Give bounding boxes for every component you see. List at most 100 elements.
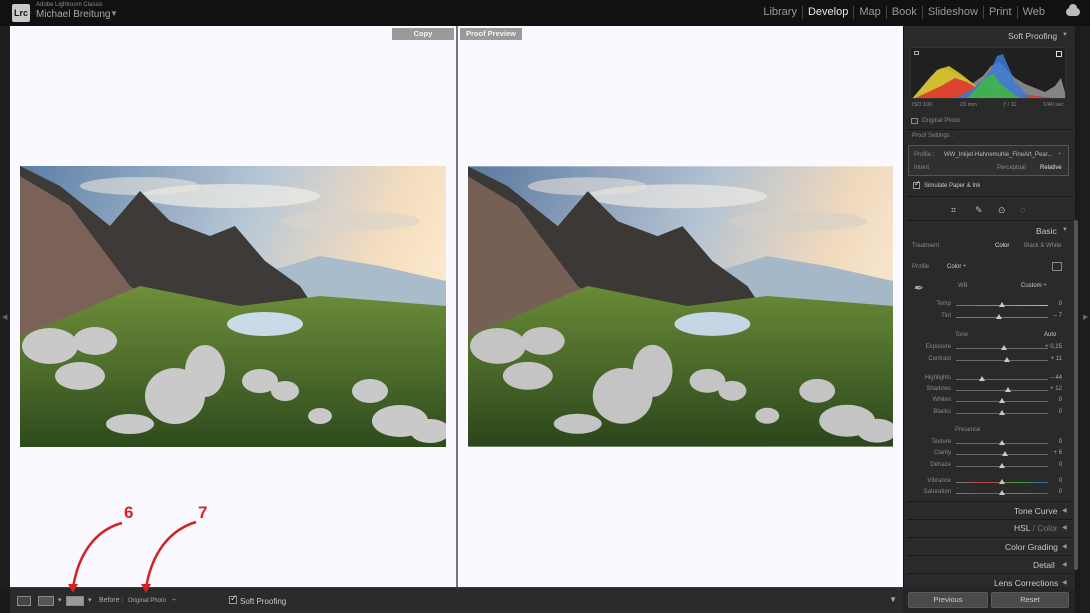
slider-thumb[interactable] [999, 398, 1005, 403]
slider-thumb[interactable] [1000, 345, 1007, 350]
slider-value[interactable]: 0 [1059, 301, 1062, 307]
tone-auto-button[interactable]: Auto [1044, 332, 1056, 338]
divider [907, 501, 1073, 502]
detail-expand-icon[interactable]: ◀ [1062, 561, 1067, 568]
histogram[interactable] [910, 47, 1066, 99]
slider-value[interactable]: 0 [1059, 462, 1062, 468]
shadow-clipping-icon[interactable] [914, 51, 919, 55]
divider [907, 129, 1073, 130]
slider-thumb[interactable] [1001, 451, 1008, 456]
slider-value[interactable]: 0 [1059, 397, 1062, 403]
slider-temp[interactable]: Temp 0 [910, 300, 1066, 310]
slider-vibrance[interactable]: Vibrance 0 [910, 477, 1066, 487]
slider-thumb[interactable] [999, 302, 1005, 307]
section-tone-curve[interactable]: Tone Curve [1014, 506, 1057, 516]
slider-value[interactable]: 0 [1059, 409, 1062, 415]
histogram-focal: 23 mm [960, 102, 977, 108]
slider-label: Whites [932, 397, 951, 403]
right-panel-toggle[interactable]: ▶ [1080, 26, 1090, 613]
slider-saturation[interactable]: Saturation 0 [910, 488, 1066, 498]
slider-thumb[interactable] [1003, 357, 1010, 362]
hsl-label: HSL [1014, 523, 1031, 533]
divider [907, 220, 1073, 221]
slider-value[interactable]: – 44 [1050, 375, 1062, 381]
slider-thumb[interactable] [996, 314, 1003, 319]
slider-tint[interactable]: Tint – 7 [910, 312, 1066, 322]
slider-thumb[interactable] [999, 410, 1005, 415]
panel-scrollbar[interactable] [1074, 220, 1078, 570]
treatment-bw[interactable]: Black & White [1024, 243, 1061, 249]
proof-profile-label: Profile : [914, 152, 935, 158]
slider-value[interactable]: 0 [1059, 489, 1062, 495]
slider-label: Blacks [933, 409, 951, 415]
basic-panel-title[interactable]: Basic [1036, 226, 1057, 236]
original-photo-icon [911, 118, 918, 124]
lens-corrections-expand-icon[interactable]: ◀ [1062, 579, 1067, 586]
hsl-expand-icon[interactable]: ◀ [1062, 524, 1067, 531]
slider-thumb[interactable] [978, 376, 985, 381]
original-photo-label: Original Photo [922, 118, 961, 124]
wb-eyedropper-icon[interactable]: ✒ [914, 281, 924, 295]
slider-value[interactable]: + 6 [1053, 450, 1062, 456]
slider-value[interactable]: 0 [1059, 478, 1062, 484]
slider-track[interactable] [956, 360, 1048, 361]
histogram-aperture: ƒ / 11 [1003, 102, 1017, 108]
crop-tool-icon[interactable]: ⌗ [951, 205, 956, 216]
masking-tool-icon[interactable]: ◌ [1020, 205, 1025, 215]
slider-thumb[interactable] [999, 479, 1005, 484]
slider-label: Exposure [925, 344, 951, 350]
simulate-paper-label: Simulate Paper & Ink [924, 183, 981, 189]
slider-whites[interactable]: Whites 0 [910, 396, 1066, 406]
slider-thumb[interactable] [999, 463, 1005, 468]
slider-shadows[interactable]: Shadows + 12 [910, 385, 1066, 395]
slider-label: Texture [931, 439, 951, 445]
slider-clarity[interactable]: Clarity + 6 [910, 449, 1066, 459]
slider-dehaze[interactable]: Dehaze 0 [910, 461, 1066, 471]
soft-proofing-title[interactable]: Soft Proofing [1008, 31, 1057, 41]
intent-relative[interactable]: Relative [1040, 165, 1062, 171]
slider-thumb[interactable] [999, 440, 1005, 445]
slider-highlights[interactable]: Highlights – 44 [910, 374, 1066, 384]
divider [907, 537, 1073, 538]
slider-thumb[interactable] [999, 490, 1005, 495]
tone-curve-expand-icon[interactable]: ◀ [1062, 507, 1067, 514]
highlight-clipping-icon[interactable] [1056, 51, 1062, 57]
slider-value[interactable]: + 11 [1051, 356, 1062, 362]
basic-profile-select[interactable]: Color ÷ [947, 264, 966, 270]
color-grading-expand-icon[interactable]: ◀ [1062, 543, 1067, 550]
slider-texture[interactable]: Texture 0 [910, 438, 1066, 448]
reset-button[interactable]: Reset [991, 592, 1069, 608]
slider-value[interactable]: – 7 [1054, 313, 1062, 319]
slider-contrast[interactable]: Contrast + 11 [910, 355, 1066, 365]
slider-blacks[interactable]: Blacks 0 [910, 408, 1066, 418]
profile-browser-icon[interactable] [1052, 262, 1062, 271]
slider-thumb[interactable] [1004, 387, 1011, 392]
section-detail[interactable]: Detail [1033, 560, 1055, 570]
slider-label: Vibrance [927, 478, 951, 484]
intent-perceptual[interactable]: Perceptual [997, 165, 1026, 171]
proof-profile-chevron[interactable]: ÷ [1058, 152, 1061, 158]
treatment-color[interactable]: Color [995, 243, 1009, 249]
collapse-icon[interactable]: ▼ [1062, 32, 1068, 38]
slider-track[interactable] [956, 379, 1048, 380]
section-hsl-color[interactable]: HSL / Color [1014, 523, 1058, 533]
previous-button[interactable]: Previous [908, 592, 988, 608]
section-color-grading[interactable]: Color Grading [1005, 542, 1058, 552]
basic-collapse-icon[interactable]: ▼ [1062, 227, 1068, 233]
slider-exposure[interactable]: Exposure + 0,15 [910, 343, 1066, 353]
presence-label: Presence [955, 427, 981, 433]
slider-value[interactable]: + 12 [1050, 386, 1062, 392]
divider [907, 573, 1073, 574]
slider-track[interactable] [956, 390, 1048, 391]
redeye-tool-icon[interactable]: ⊙ [998, 205, 1006, 216]
proof-profile-select[interactable]: WW_Inkjet-Hahnemuhle_FineArt_Pear... [944, 152, 1052, 158]
wb-label: WB [958, 283, 968, 289]
slider-value[interactable]: + 0,15 [1045, 344, 1062, 350]
slider-value[interactable]: 0 [1059, 439, 1062, 445]
healing-tool-icon[interactable]: ✎ [975, 205, 983, 216]
simulate-paper-checkbox[interactable]: ✓ [913, 179, 921, 189]
proof-settings-box [908, 145, 1069, 176]
slider-label: Highlights [924, 375, 951, 381]
divider [907, 555, 1073, 556]
wb-select[interactable]: Custom ÷ [1021, 283, 1047, 289]
